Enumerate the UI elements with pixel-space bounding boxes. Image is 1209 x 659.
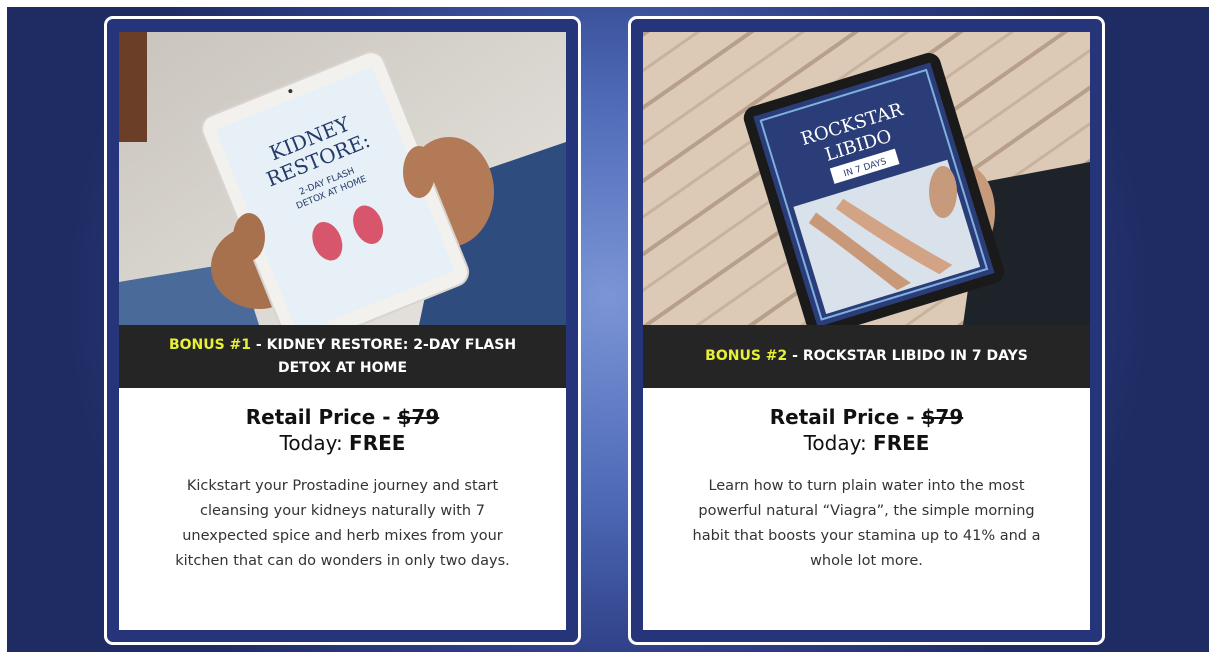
bonus-1-ebook-image: KIDNEY RESTORE: 2-DAY FLASH DETOX AT HOM… — [119, 32, 566, 325]
bonus-2-description: Learn how to turn plain water into the m… — [692, 478, 1041, 569]
bonus-2-number: BONUS #2 — [705, 348, 788, 364]
retail-price-label: Retail Price - — [769, 405, 922, 429]
retail-price-value: $79 — [397, 405, 440, 429]
today-label: Today: — [279, 431, 350, 455]
today-price-value: FREE — [349, 431, 406, 455]
retail-price-value: $79 — [921, 405, 964, 429]
today-price-value: FREE — [873, 431, 930, 455]
bonus-card-2-content: ROCKSTAR LIBIDO IN 7 DAYS BONUS #2 - ROC… — [643, 32, 1090, 630]
bonus-2-ebook-image: ROCKSTAR LIBIDO IN 7 DAYS — [643, 32, 1090, 325]
bonus-1-title: - KIDNEY RESTORE: 2-DAY FLASH DETOX AT H… — [251, 336, 517, 376]
bonus-2-pricing: Retail Price - $79 Today: FREE — [643, 405, 1090, 455]
today-label: Today: — [803, 431, 874, 455]
bonus-1-title-banner: BONUS #1 - KIDNEY RESTORE: 2-DAY FLASH D… — [119, 325, 566, 388]
retail-price-label: Retail Price - — [245, 405, 398, 429]
bonus-section: KIDNEY RESTORE: 2-DAY FLASH DETOX AT HOM… — [7, 7, 1209, 652]
bonus-1-description: Kickstart your Prostadine journey and st… — [175, 478, 510, 569]
bonus-2-title-banner: BONUS #2 - ROCKSTAR LIBIDO IN 7 DAYS — [643, 325, 1090, 388]
bonus-1-pricing: Retail Price - $79 Today: FREE — [119, 405, 566, 455]
bonus-card-2: ROCKSTAR LIBIDO IN 7 DAYS BONUS #2 - ROC… — [628, 16, 1105, 645]
bonus-card-1-content: KIDNEY RESTORE: 2-DAY FLASH DETOX AT HOM… — [119, 32, 566, 630]
bonus-2-title: - ROCKSTAR LIBIDO IN 7 DAYS — [787, 348, 1028, 364]
bonus-card-1: KIDNEY RESTORE: 2-DAY FLASH DETOX AT HOM… — [104, 16, 581, 645]
bonus-1-number: BONUS #1 — [168, 336, 252, 353]
